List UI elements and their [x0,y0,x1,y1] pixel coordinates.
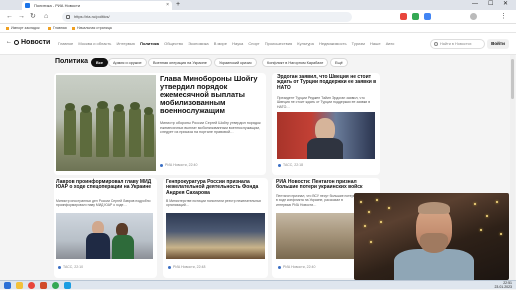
back-icon[interactable]: ← [6,12,13,22]
nav-item[interactable]: Наше [370,41,381,46]
reload-icon[interactable]: ↻ [30,12,36,22]
nav-item[interactable]: Авто [386,41,395,46]
nav-item[interactable]: Спорт [248,41,259,46]
menu-icon[interactable]: ⋮ [500,12,507,22]
lavrov-source: ТАСС, 22:10 [58,265,83,269]
erdogan-lead: Президент Турции Реджеп Тайип Эрдоган за… [277,96,371,109]
nav-item[interactable]: Происшествия [265,41,292,46]
erdogan-headline[interactable]: Эрдоган заявил, что Швеция не стоит ждат… [277,74,377,91]
taskbar-clock[interactable]: 22:51 23.01.2023 [494,281,512,290]
home-icon[interactable]: ⌂ [44,12,48,22]
start-button-icon[interactable] [4,282,11,289]
chrome-icon[interactable] [52,282,59,289]
search-placeholder: Найти в Новостях [440,42,472,46]
nav-item[interactable]: В мире [214,41,227,46]
logo-mark-icon [14,40,19,45]
site-favicon-icon [25,3,30,8]
browser-toolbar: ← → ↻ ⌂ https://ria.ru/politics/ ⋮ [0,10,516,24]
erdogan-source: ТАСС, 22:18 [278,163,303,167]
new-tab-button[interactable]: + [176,0,180,9]
bookmark-item[interactable]: Главная [48,24,67,33]
forward-icon[interactable]: → [18,12,25,22]
extension-icon[interactable] [400,13,407,20]
logo-text: Новости [21,39,51,46]
nav-item[interactable]: Экономика [188,41,208,46]
extension-icon[interactable] [412,13,419,20]
pentagon-headline[interactable]: РИА Новости: Пентагон признал большие по… [276,179,378,191]
bookmark-item[interactable]: Начальная страница [72,24,112,33]
address-url: https://ria.ru/politics/ [74,14,110,19]
erdogan-photo [277,112,375,159]
address-bar[interactable]: https://ria.ru/politics/ [62,12,352,22]
file-explorer-icon[interactable] [16,282,23,289]
nav-item[interactable]: Наука [232,41,243,46]
nav-item[interactable]: Москва и область [78,41,111,46]
site-logo[interactable]: Новости [14,39,50,46]
page-scrollbar[interactable] [510,55,515,280]
site-header: ← Новости Главное Москва и область Интер… [0,33,516,55]
close-window-button[interactable]: ✕ [503,0,508,9]
nav-item[interactable]: Интервью [116,41,135,46]
browser-icon[interactable] [28,282,35,289]
tab-title: Политика - РИА Новости [34,3,81,8]
chip-military-operation[interactable]: Военная операция на Украине [148,58,212,67]
scrollbar-thumb[interactable] [511,59,514,99]
main-headline[interactable]: Глава Минобороны Шойгу утвердил порядок … [160,75,264,115]
maximize-button[interactable]: ☐ [488,0,493,9]
nav-item[interactable]: Главное [58,41,73,46]
extension-icon[interactable] [424,13,431,20]
nav-item[interactable]: Культура [297,41,314,46]
chip-ukraine-crisis[interactable]: Украинский кризис [214,58,257,67]
search-icon [434,42,438,46]
site-search-input[interactable]: Найти в Новостях [430,39,485,49]
pentagon-lead: Пентагон признал, что ВСУ несут большие … [276,194,356,207]
soldiers-photo [56,75,156,171]
lavrov-headline[interactable]: Лавров проинформировал главу МИД ЮАР о х… [56,179,156,191]
lock-icon [66,15,70,19]
sakharov-headline[interactable]: Генпрокуратура России признала нежелател… [166,179,266,196]
app-icon[interactable] [64,282,71,289]
profile-icon[interactable] [470,13,477,20]
nav-item-politics[interactable]: Политика [140,41,159,46]
chip-more[interactable]: Ещё [330,58,348,67]
chip-all[interactable]: Все [91,58,108,67]
login-button[interactable]: Войти [487,39,509,49]
bookmarks-bar: Импорт закладок Главная Начальная страни… [0,24,516,33]
chip-karabakh[interactable]: Конфликт в Нагорном Карабахе [262,58,329,67]
main-lead: Министр обороны России Сергей Шойгу утве… [160,121,261,135]
nav-item[interactable]: Общество [164,41,183,46]
os-taskbar: 22:51 23.01.2023 [0,280,516,289]
rubric-title: Политика [55,58,89,65]
main-nav: Главное Москва и область Интервью Полити… [58,41,394,49]
chip-army[interactable]: Армия и оружие [108,58,147,67]
nav-item[interactable]: Туризм [352,41,365,46]
main-source: РИА Новости, 22:40 [160,163,197,167]
pentagon-source: РИА Новости, 22:40 [278,265,315,269]
war-photo [276,213,354,259]
office-photo [166,213,265,259]
browser-tab-bar: Политика - РИА Новости × + — ☐ ✕ [0,0,516,10]
bookmark-item[interactable]: Импорт закладок [6,24,40,33]
site-back-icon[interactable]: ← [6,39,12,45]
lavrov-lead: Министр иностранных дел России Сергей Ла… [56,199,151,208]
app-icon[interactable] [40,282,47,289]
browser-tab[interactable]: Политика - РИА Новости × [22,1,172,10]
lavrov-photo [56,213,153,259]
sakharov-source: РИА Новости, 22:48 [168,265,205,269]
webcam-overlay [354,193,509,280]
sakharov-lead: В Министерстве юстиции пополнили реестр … [166,199,262,208]
minimize-button[interactable]: — [472,0,478,9]
close-tab-icon[interactable]: × [166,1,169,10]
rubric-bar: Политика Все Армия и оружие Военная опер… [0,55,516,71]
nav-item[interactable]: Недвижимость [319,41,347,46]
